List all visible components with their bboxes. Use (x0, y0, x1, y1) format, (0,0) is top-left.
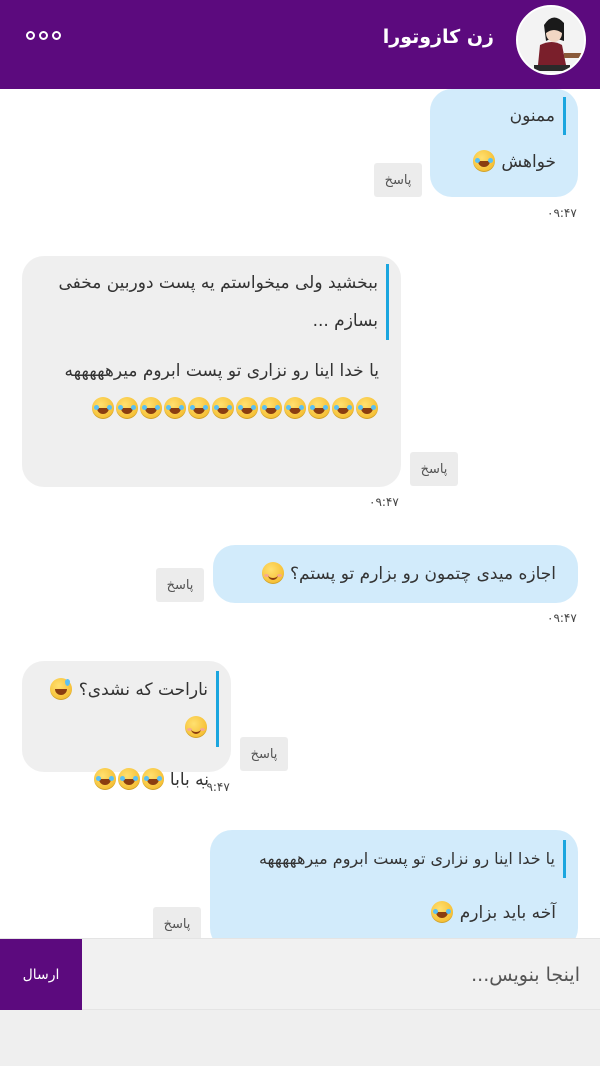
message-text: خواهش (501, 152, 556, 172)
quoted-text: ناراحت که نشدی؟ (78, 680, 208, 700)
quoted-message: ناراحت که نشدی؟ (44, 671, 219, 747)
rofl-emoji-icon (431, 901, 454, 923)
rofl-emoji-icon (308, 397, 330, 419)
rofl-emoji-icon (212, 397, 234, 419)
message-text-row: نه بابا (44, 761, 209, 799)
rofl-emoji-icon (164, 397, 186, 419)
rofl-emoji-icon (236, 397, 258, 419)
message-bubble-outgoing[interactable]: یا خدا اینا رو نزاری تو پست ابروم میرههه… (210, 830, 578, 939)
message-text-row: یا خدا اینا رو نزاری تو پست ابروم میرههه… (44, 352, 379, 428)
rofl-emoji-icon (140, 397, 162, 419)
message-text-row: خواهش (452, 143, 556, 181)
quoted-message: ببخشید ولی میخواستم یه پست دوربین مخفی ب… (44, 264, 389, 340)
avatar[interactable] (516, 5, 586, 75)
rofl-emoji-icon (260, 397, 282, 419)
rofl-emoji-icon (116, 397, 138, 419)
rofl-emoji-icon (332, 397, 354, 419)
avatar-image (518, 7, 584, 73)
reply-button[interactable]: پاسخ (153, 907, 201, 939)
reply-button[interactable]: پاسخ (410, 452, 458, 486)
message-time: ۰۹:۴۷ (547, 206, 577, 220)
quoted-message: ممنون (452, 97, 566, 135)
bottom-area (0, 1010, 600, 1066)
message-bubble-incoming[interactable]: ناراحت که نشدی؟ نه بابا (22, 661, 231, 790)
message-bubble-incoming[interactable]: ببخشید ولی میخواستم یه پست دوربین مخفی ب… (22, 256, 401, 487)
message-bubble-outgoing[interactable]: ممنون خواهش (430, 89, 578, 197)
reply-button[interactable]: پاسخ (374, 163, 422, 197)
rofl-emoji-icon (92, 397, 114, 419)
message-text: اجازه میدی چتمون رو بزارم تو پستم؟ (289, 564, 556, 584)
send-button[interactable]: ارسال (0, 939, 82, 1010)
smiling-emoji-icon (261, 562, 284, 584)
chat-title: زن کازوتورا (382, 26, 494, 48)
reply-button[interactable]: پاسخ (156, 568, 204, 602)
message-composer: ارسال (0, 938, 600, 1010)
smiling-emoji-icon (185, 716, 207, 738)
reply-button[interactable]: پاسخ (240, 737, 288, 771)
rofl-emoji-icon (356, 397, 378, 419)
message-text: آخه باید بزارم (459, 903, 556, 923)
message-input[interactable] (92, 939, 588, 1010)
rofl-emoji-icon (472, 150, 495, 172)
message-text-row: اجازه میدی چتمون رو بزارم تو پستم؟ (235, 555, 556, 593)
message-bubble-outgoing[interactable]: اجازه میدی چتمون رو بزارم تو پستم؟ (213, 545, 578, 603)
rofl-emoji-icon (93, 768, 116, 790)
sweat-smile-emoji-icon (50, 678, 73, 700)
rofl-emoji-icon (284, 397, 306, 419)
message-time: ۰۹:۴۷ (369, 495, 399, 509)
chat-header: زن کازوتورا (0, 0, 600, 89)
rofl-emoji-icon (117, 768, 140, 790)
more-options-icon[interactable] (26, 24, 70, 46)
message-list[interactable]: ممنون خواهش پاسخ ۰۹:۴۷ ببخشید ولی میخواس… (0, 89, 600, 939)
message-time: ۰۹:۴۷ (547, 611, 577, 625)
message-text: یا خدا اینا رو نزاری تو پست ابروم میرههه… (64, 361, 379, 381)
quoted-message: یا خدا اینا رو نزاری تو پست ابروم میرههه… (232, 840, 566, 878)
message-time: ۰۹:۴۷ (200, 780, 230, 794)
message-text-row: آخه باید بزارم (232, 894, 556, 932)
rofl-emoji-icon (188, 397, 210, 419)
rofl-emoji-icon (141, 768, 164, 790)
